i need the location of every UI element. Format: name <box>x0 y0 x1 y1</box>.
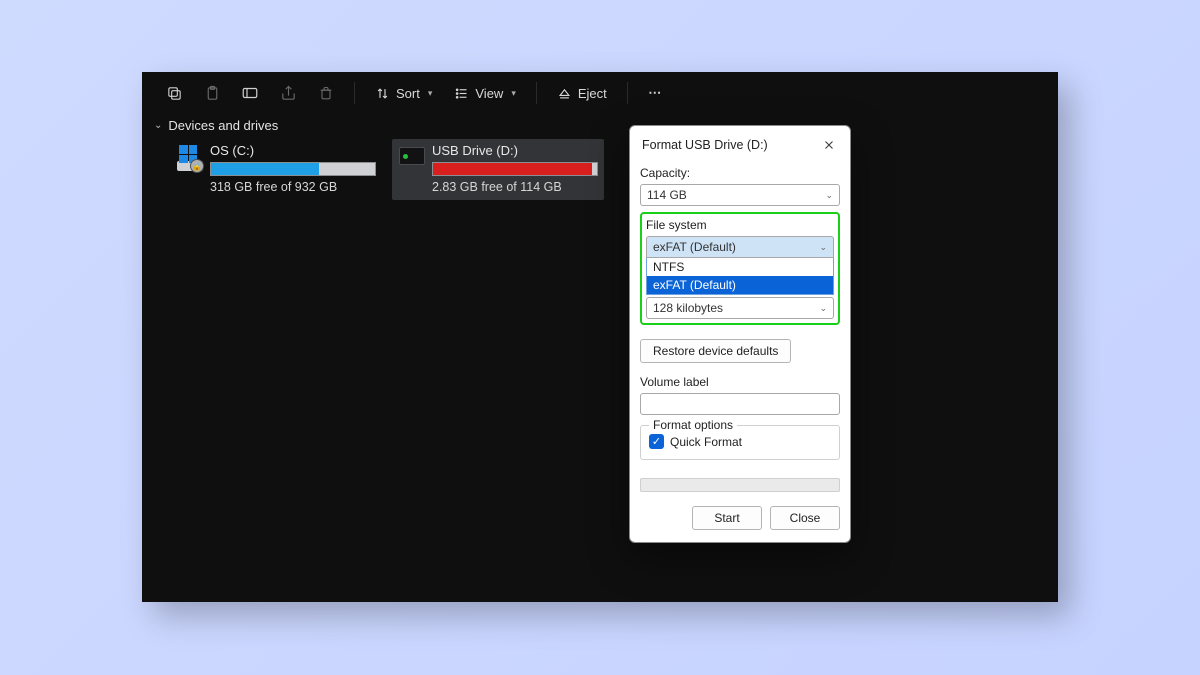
usb-drive-icon <box>398 145 426 173</box>
capacity-fill <box>433 163 592 175</box>
chevron-down-icon: ⌄ <box>154 120 162 131</box>
delete-icon[interactable] <box>310 77 342 109</box>
quick-format-checkbox[interactable]: ✓ Quick Format <box>649 434 831 449</box>
start-label: Start <box>714 511 739 525</box>
filesystem-option-ntfs[interactable]: NTFS <box>647 258 833 276</box>
separator <box>536 82 537 104</box>
drives-panel: 🔒 OS (C:) 318 GB free of 932 GB USB Driv… <box>142 139 1058 200</box>
more-button[interactable]: ⋯ <box>640 77 672 109</box>
rename-icon[interactable] <box>234 77 266 109</box>
restore-defaults-button[interactable]: Restore device defaults <box>640 339 791 363</box>
volume-label-input[interactable] <box>640 393 840 415</box>
close-icon <box>823 139 835 151</box>
format-options-label: Format options <box>649 418 737 432</box>
chevron-down-icon: ⌄ <box>819 242 827 253</box>
filesystem-highlight: File system exFAT (Default) ⌄ NTFS exFAT… <box>640 212 840 325</box>
chevron-down-icon: ⌄ <box>819 303 827 314</box>
drive-free-text: 318 GB free of 932 GB <box>210 180 376 194</box>
lock-icon: 🔒 <box>190 159 204 173</box>
check-icon: ✓ <box>649 434 664 449</box>
capacity-value: 114 GB <box>647 188 687 202</box>
view-button[interactable]: View ▾ <box>446 77 523 109</box>
group-header[interactable]: ⌄ Devices and drives <box>142 114 1058 139</box>
allocation-value: 128 kilobytes <box>653 301 723 315</box>
filesystem-option-exfat[interactable]: exFAT (Default) <box>647 276 833 294</box>
filesystem-value: exFAT (Default) <box>653 240 736 254</box>
close-label: Close <box>790 511 821 525</box>
volume-label-caption: Volume label <box>640 375 840 389</box>
sort-icon <box>375 86 390 101</box>
restore-defaults-label: Restore device defaults <box>653 344 778 358</box>
os-drive-icon: 🔒 <box>176 145 204 173</box>
quick-format-label: Quick Format <box>670 435 742 449</box>
dialog-title: Format USB Drive (D:) <box>642 138 768 152</box>
copy-icon[interactable] <box>158 77 190 109</box>
share-icon[interactable] <box>272 77 304 109</box>
progress-bar <box>640 478 840 492</box>
capacity-label: Capacity: <box>640 166 840 180</box>
chevron-down-icon: ⌄ <box>825 190 833 201</box>
paste-icon[interactable] <box>196 77 228 109</box>
drive-usb-d[interactable]: USB Drive (D:) 2.83 GB free of 114 GB <box>392 139 604 200</box>
format-options-group: Format options ✓ Quick Format <box>640 425 840 460</box>
group-header-label: Devices and drives <box>168 118 278 133</box>
toolbar: Sort ▾ View ▾ Eject ⋯ <box>142 72 1058 114</box>
sort-button[interactable]: Sort ▾ <box>367 77 440 109</box>
drive-free-text: 2.83 GB free of 114 GB <box>432 180 598 194</box>
start-button[interactable]: Start <box>692 506 762 530</box>
drive-name: OS (C:) <box>210 143 376 158</box>
capacity-bar <box>432 162 598 176</box>
drive-os-c[interactable]: 🔒 OS (C:) 318 GB free of 932 GB <box>170 139 382 200</box>
view-icon <box>454 86 469 101</box>
eject-label: Eject <box>578 86 607 101</box>
explorer-window: Sort ▾ View ▾ Eject ⋯ ⌄ Devices and driv… <box>142 72 1058 602</box>
chevron-down-icon: ▾ <box>428 88 433 99</box>
chevron-down-icon: ▾ <box>511 88 516 99</box>
allocation-combo[interactable]: 128 kilobytes ⌄ <box>646 297 834 319</box>
filesystem-combo[interactable]: exFAT (Default) ⌄ <box>646 236 834 258</box>
separator <box>354 82 355 104</box>
capacity-combo[interactable]: 114 GB ⌄ <box>640 184 840 206</box>
eject-icon <box>557 86 572 101</box>
capacity-bar <box>210 162 376 176</box>
filesystem-label: File system <box>646 218 834 232</box>
close-button[interactable] <box>820 136 838 154</box>
sort-label: Sort <box>396 86 420 101</box>
view-label: View <box>475 86 503 101</box>
capacity-fill <box>211 163 319 175</box>
format-dialog: Format USB Drive (D:) Capacity: 114 GB ⌄… <box>629 125 851 543</box>
filesystem-dropdown: NTFS exFAT (Default) <box>646 258 834 295</box>
separator <box>627 82 628 104</box>
drive-name: USB Drive (D:) <box>432 143 598 158</box>
close-dialog-button[interactable]: Close <box>770 506 840 530</box>
eject-button[interactable]: Eject <box>549 77 615 109</box>
